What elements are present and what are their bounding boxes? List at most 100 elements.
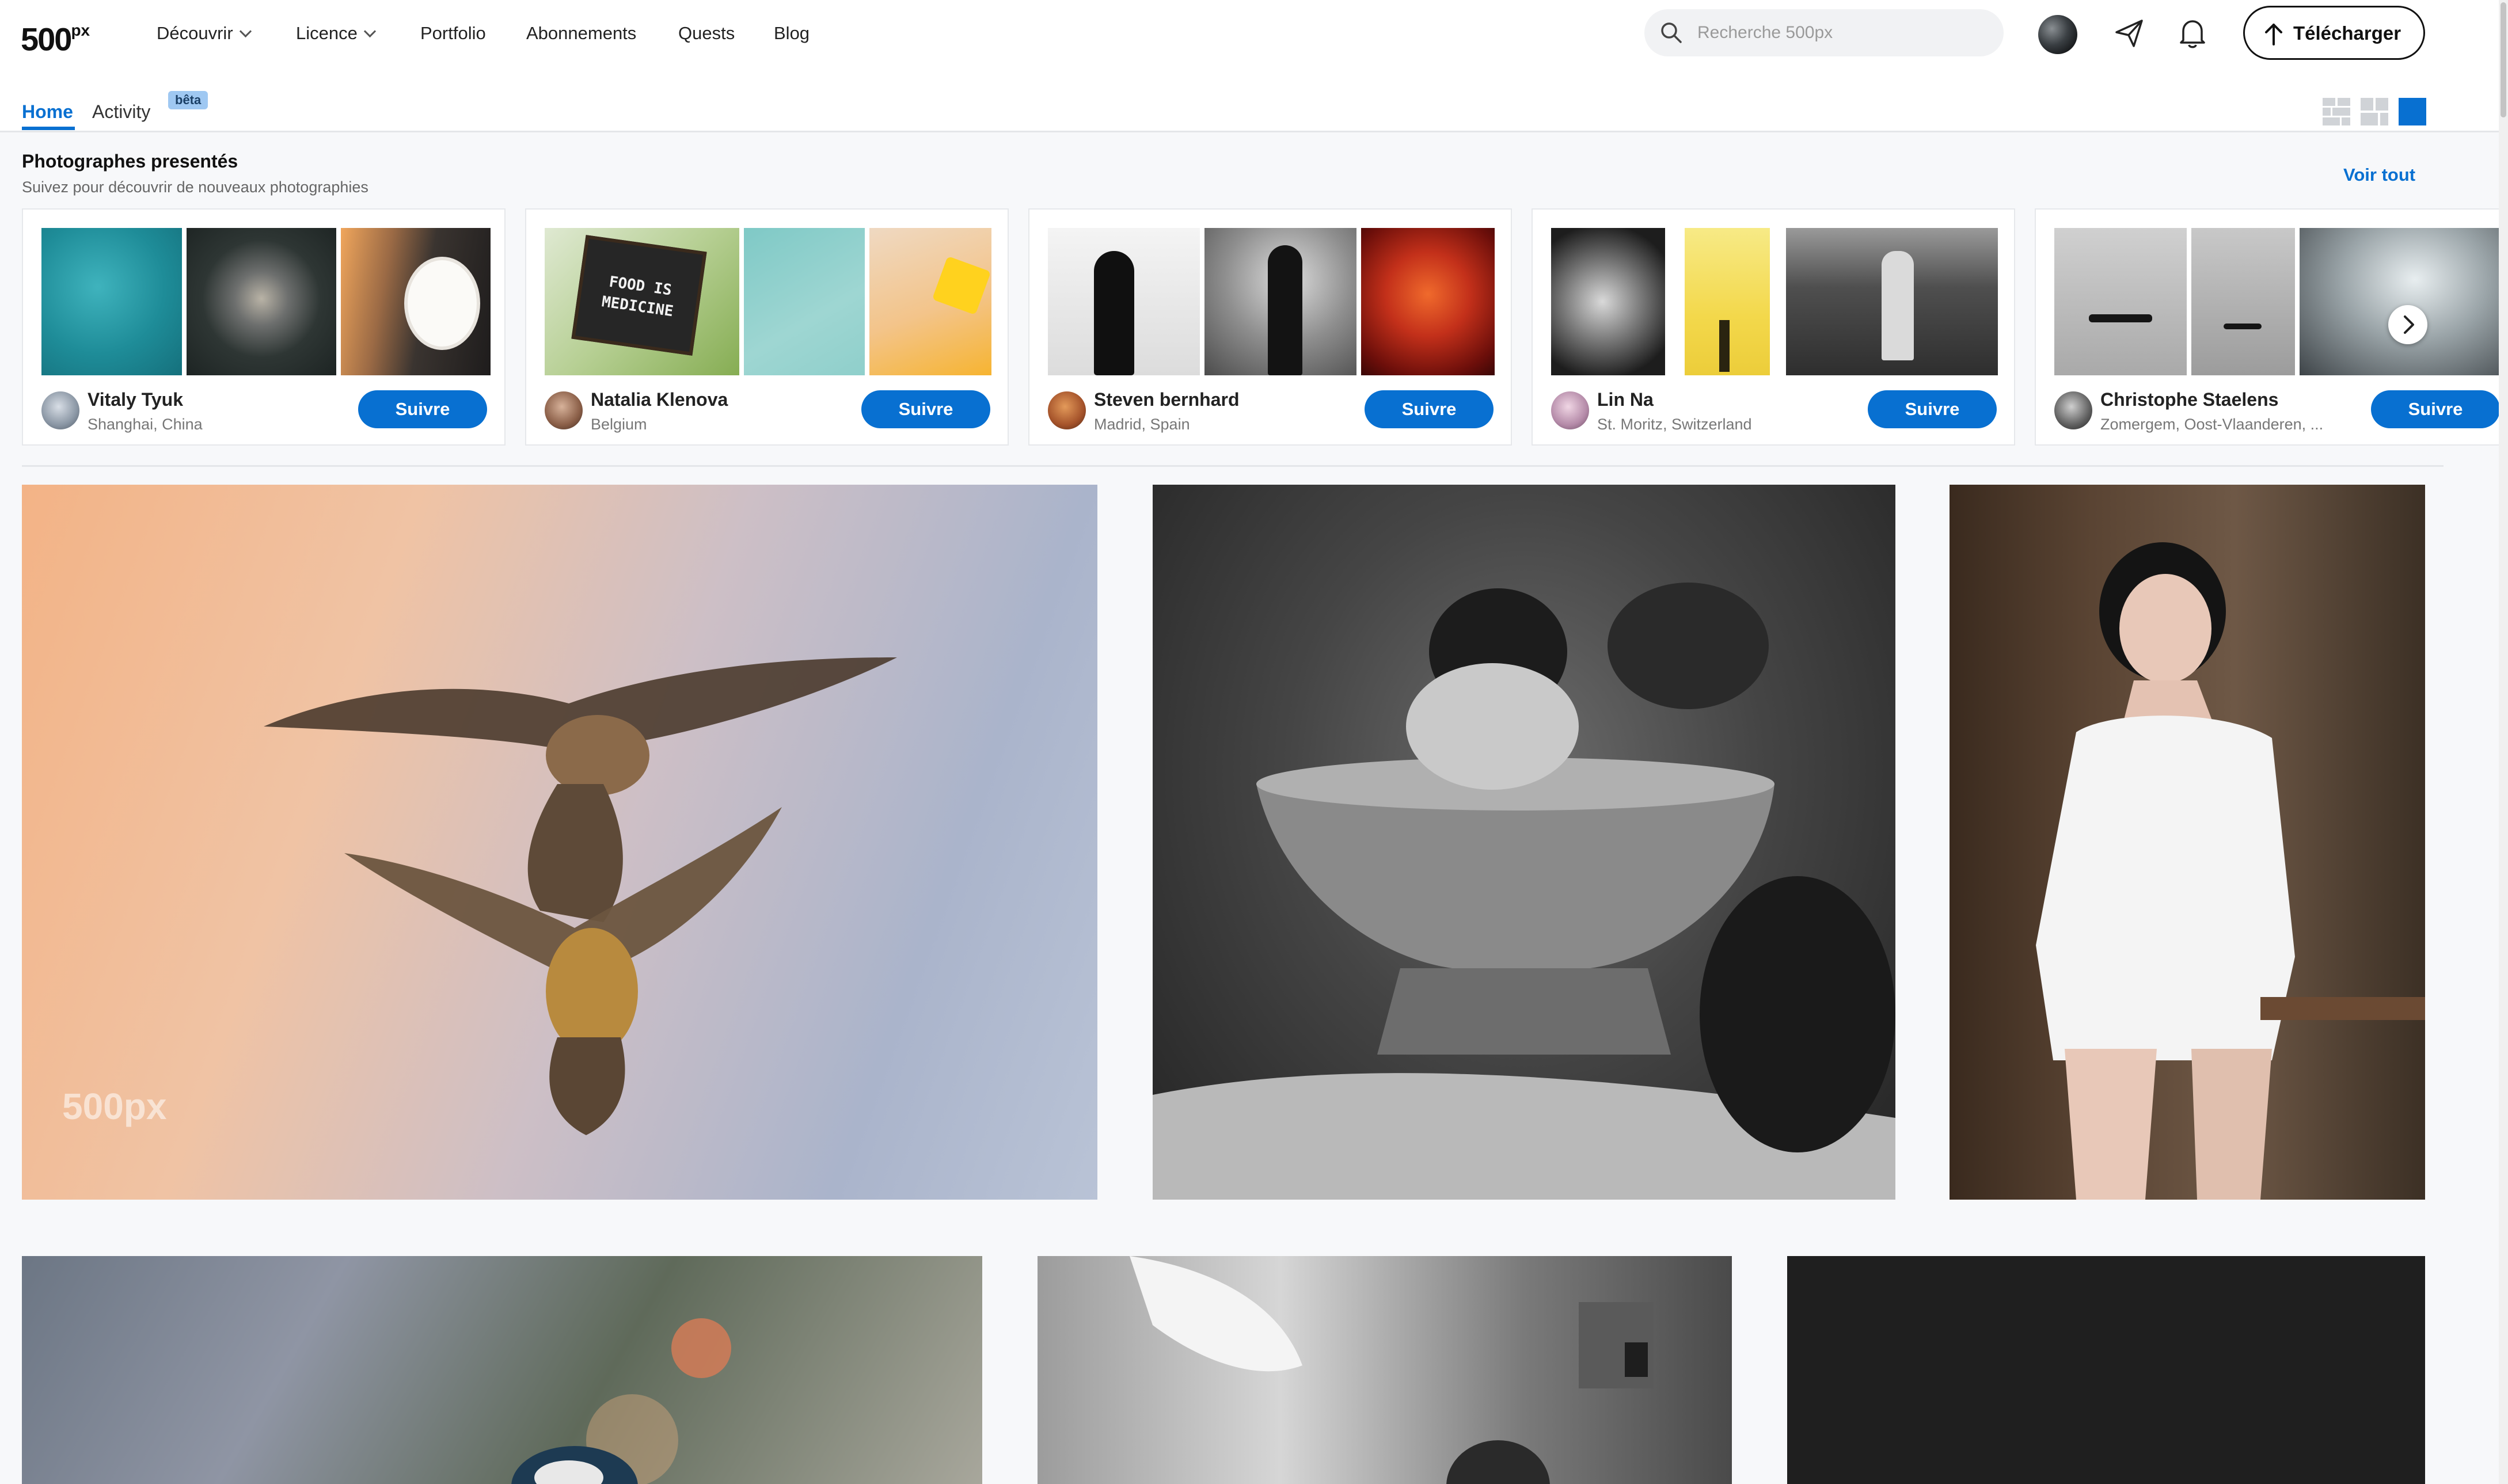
silhouette bbox=[1719, 320, 1730, 372]
sun-shape bbox=[932, 256, 991, 315]
photo-falcons[interactable]: 500px bbox=[22, 485, 1097, 1200]
nav-quests[interactable]: Quests bbox=[678, 22, 735, 45]
photo-dark[interactable] bbox=[1787, 1256, 2425, 1484]
section-divider bbox=[22, 465, 2444, 467]
photographer-card[interactable]: FOOD IS MEDICINE Natalia Klenova Belgium… bbox=[525, 208, 1009, 446]
card-photo[interactable] bbox=[2054, 228, 2187, 375]
avatar[interactable] bbox=[2038, 15, 2077, 54]
bathtub-illustration bbox=[1153, 583, 1895, 1200]
photographer-card[interactable]: Vitaly Tyuk Shanghai, China Suivre bbox=[22, 208, 506, 446]
watermark: 500px bbox=[62, 1086, 167, 1127]
card-photo[interactable] bbox=[2191, 228, 2295, 375]
seated-figure bbox=[1882, 251, 1914, 360]
photo-bw-woman[interactable] bbox=[1038, 1256, 1732, 1484]
photographer-location: Zomergem, Oost-Vlaanderen, ... bbox=[2100, 416, 2324, 433]
photographer-card[interactable]: Steven bernhard Madrid, Spain Suivre bbox=[1028, 208, 1512, 446]
card-photo[interactable] bbox=[1786, 228, 1998, 375]
nav-licence[interactable]: Licence bbox=[296, 22, 376, 45]
photographer-location: Belgium bbox=[591, 416, 647, 433]
featured-title: Photographes presentés bbox=[22, 151, 238, 172]
beta-badge: bêta bbox=[168, 91, 208, 109]
search-icon bbox=[1661, 22, 1682, 43]
logo[interactable]: 500px bbox=[21, 14, 90, 60]
chevron-right-icon bbox=[2404, 315, 2414, 334]
upload-icon bbox=[2265, 24, 2282, 45]
photo-bathtub[interactable] bbox=[1153, 485, 1895, 1200]
photographer-name[interactable]: Natalia Klenova bbox=[591, 388, 728, 411]
card-photo[interactable] bbox=[41, 228, 182, 375]
top-navigation: 500px Découvrir Licence Portfolio Abonne… bbox=[0, 0, 2508, 67]
tab-home-underline bbox=[22, 127, 75, 130]
small-grid-icon[interactable] bbox=[2323, 98, 2350, 125]
photographer-location: Madrid, Spain bbox=[1094, 416, 1190, 433]
silhouette bbox=[1268, 245, 1302, 375]
boat-shape bbox=[2224, 324, 2262, 329]
nav-discover-label: Découvrir bbox=[157, 23, 233, 43]
nav-subscriptions[interactable]: Abonnements bbox=[526, 22, 636, 45]
clock-shape bbox=[404, 257, 480, 350]
featured-subtitle: Suivez pour découvrir de nouveaux photog… bbox=[22, 178, 368, 196]
photographer-location: Shanghai, China bbox=[88, 416, 203, 433]
scrollbar-thumb[interactable] bbox=[2501, 2, 2506, 117]
photographer-name[interactable]: Steven bernhard bbox=[1094, 388, 1240, 411]
card-photo[interactable] bbox=[1361, 228, 1495, 375]
see-all-link[interactable]: Voir tout bbox=[2343, 163, 2415, 187]
bell-icon[interactable] bbox=[2175, 15, 2210, 51]
falcons-illustration bbox=[264, 657, 897, 1135]
medium-grid-icon[interactable] bbox=[2361, 98, 2388, 125]
search-bar[interactable] bbox=[1644, 9, 2004, 56]
photographer-avatar[interactable] bbox=[41, 391, 79, 429]
photographer-name[interactable]: Christophe Staelens bbox=[2100, 388, 2278, 411]
tab-home[interactable]: Home bbox=[22, 100, 73, 123]
follow-button[interactable]: Suivre bbox=[358, 390, 487, 428]
send-icon[interactable] bbox=[2112, 16, 2146, 51]
photographer-avatar[interactable] bbox=[2054, 391, 2092, 429]
follow-button[interactable]: Suivre bbox=[1868, 390, 1997, 428]
carousel-next-button[interactable] bbox=[2388, 305, 2427, 344]
upload-label: Télécharger bbox=[2293, 22, 2401, 44]
photographer-avatar[interactable] bbox=[1551, 391, 1589, 429]
card-photo[interactable] bbox=[744, 228, 865, 375]
card-photo[interactable] bbox=[1048, 228, 1200, 375]
search-input[interactable] bbox=[1697, 21, 1985, 45]
follow-button[interactable]: Suivre bbox=[1365, 390, 1494, 428]
bw-woman-illustration bbox=[1130, 1256, 1654, 1484]
large-grid-icon[interactable] bbox=[2399, 98, 2426, 125]
boat-shape bbox=[2089, 314, 2152, 322]
card-photo[interactable]: FOOD IS MEDICINE bbox=[545, 228, 739, 375]
nav-portfolio[interactable]: Portfolio bbox=[420, 22, 486, 45]
card-photo[interactable] bbox=[187, 228, 336, 375]
chevron-down-icon bbox=[239, 25, 252, 38]
portrait-illustration bbox=[2036, 542, 2425, 1200]
feed-tabs: Home Activity bêta bbox=[0, 67, 2508, 132]
follow-button[interactable]: Suivre bbox=[2371, 390, 2500, 428]
logo-sup: px bbox=[71, 21, 90, 39]
tab-activity[interactable]: Activity bbox=[92, 100, 150, 123]
follow-button[interactable]: Suivre bbox=[861, 390, 990, 428]
card-photo[interactable] bbox=[1551, 228, 1665, 375]
silhouette bbox=[1094, 251, 1134, 375]
letter-board: FOOD IS MEDICINE bbox=[571, 235, 707, 356]
logo-text: 500 bbox=[21, 21, 72, 58]
photographer-card[interactable]: Lin Na St. Moritz, Switzerland Suivre bbox=[1532, 208, 2015, 446]
photographer-name[interactable]: Vitaly Tyuk bbox=[88, 388, 183, 411]
photographer-card[interactable]: Christophe Staelens Zomergem, Oost-Vlaan… bbox=[2035, 208, 2508, 446]
heron-illustration bbox=[511, 1318, 731, 1484]
photographer-name[interactable]: Lin Na bbox=[1597, 388, 1654, 411]
scrollbar[interactable] bbox=[2499, 0, 2508, 1484]
photographer-avatar[interactable] bbox=[545, 391, 583, 429]
nav-licence-label: Licence bbox=[296, 23, 358, 43]
photo-heron[interactable] bbox=[22, 1256, 982, 1484]
upload-button[interactable]: Télécharger bbox=[2243, 6, 2425, 60]
chevron-down-icon bbox=[363, 25, 376, 38]
card-photo[interactable] bbox=[1204, 228, 1356, 375]
card-photo[interactable] bbox=[341, 228, 491, 375]
card-photo[interactable] bbox=[2300, 228, 2507, 375]
nav-blog[interactable]: Blog bbox=[774, 22, 810, 45]
photographer-avatar[interactable] bbox=[1048, 391, 1086, 429]
card-photo[interactable] bbox=[869, 228, 991, 375]
nav-discover[interactable]: Découvrir bbox=[157, 22, 252, 45]
photographer-location: St. Moritz, Switzerland bbox=[1597, 416, 1752, 433]
card-photo[interactable] bbox=[1685, 228, 1770, 375]
photo-white-dress[interactable] bbox=[1950, 485, 2425, 1200]
